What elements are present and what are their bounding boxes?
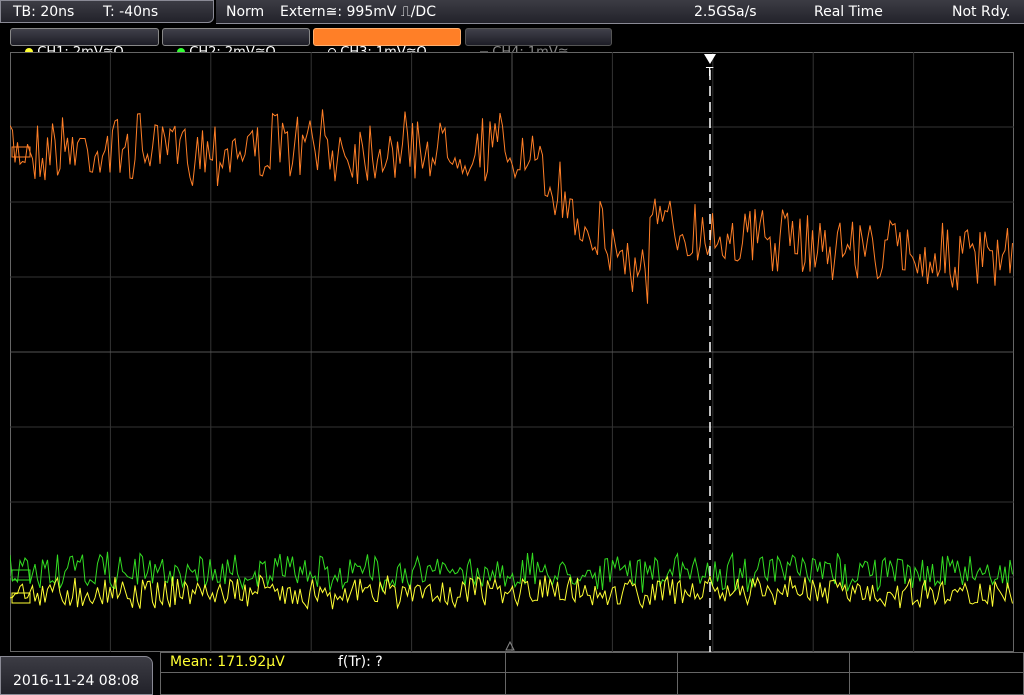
measurement-panel[interactable]: Mean: 171.92µV f(Tr): ?	[160, 652, 1024, 695]
timestamp-box: 2016-11-24 08:08	[0, 656, 153, 695]
acquisition-bar[interactable]: Norm Extern≅: 995mV ⎍/DC 2.5GSa/s Real T…	[216, 0, 1024, 24]
trigger-frequency-measurement: f(Tr): ?	[338, 654, 383, 670]
waveform-display[interactable]: T	[10, 52, 1014, 652]
top-status-bar: TB: 20ns T: -40ns Norm Extern≅: 995mV ⎍/…	[0, 0, 1024, 25]
channel-1-button[interactable]: CH1: 2mV≅Ω	[10, 28, 159, 60]
measurement-row-divider	[160, 652, 1024, 673]
trigger-offset-label: T: -40ns	[103, 4, 159, 20]
timebase-label: TB: 20ns	[13, 4, 75, 20]
trigger-status: Not Rdy.	[952, 4, 1011, 20]
acquisition-mode: Norm	[226, 4, 265, 20]
trigger-setting: Extern≅: 995mV ⎍/DC	[280, 4, 436, 20]
timestamp: 2016-11-24 08:08	[13, 673, 140, 689]
channel-2-button[interactable]: CH2: 2mV≅Ω	[162, 28, 310, 60]
timebase-box[interactable]: TB: 20ns T: -40ns	[0, 0, 214, 23]
sample-rate: 2.5GSa/s	[694, 4, 757, 20]
realtime-label: Real Time	[814, 4, 883, 20]
mean-measurement: Mean: 171.92µV	[170, 654, 285, 670]
channel-3-button[interactable]: CH3: 1mV≅Ω	[313, 28, 461, 60]
channel-4-button[interactable]: CH4: 1mV≅	[465, 28, 612, 60]
trigger-marker-label: T	[705, 65, 714, 79]
